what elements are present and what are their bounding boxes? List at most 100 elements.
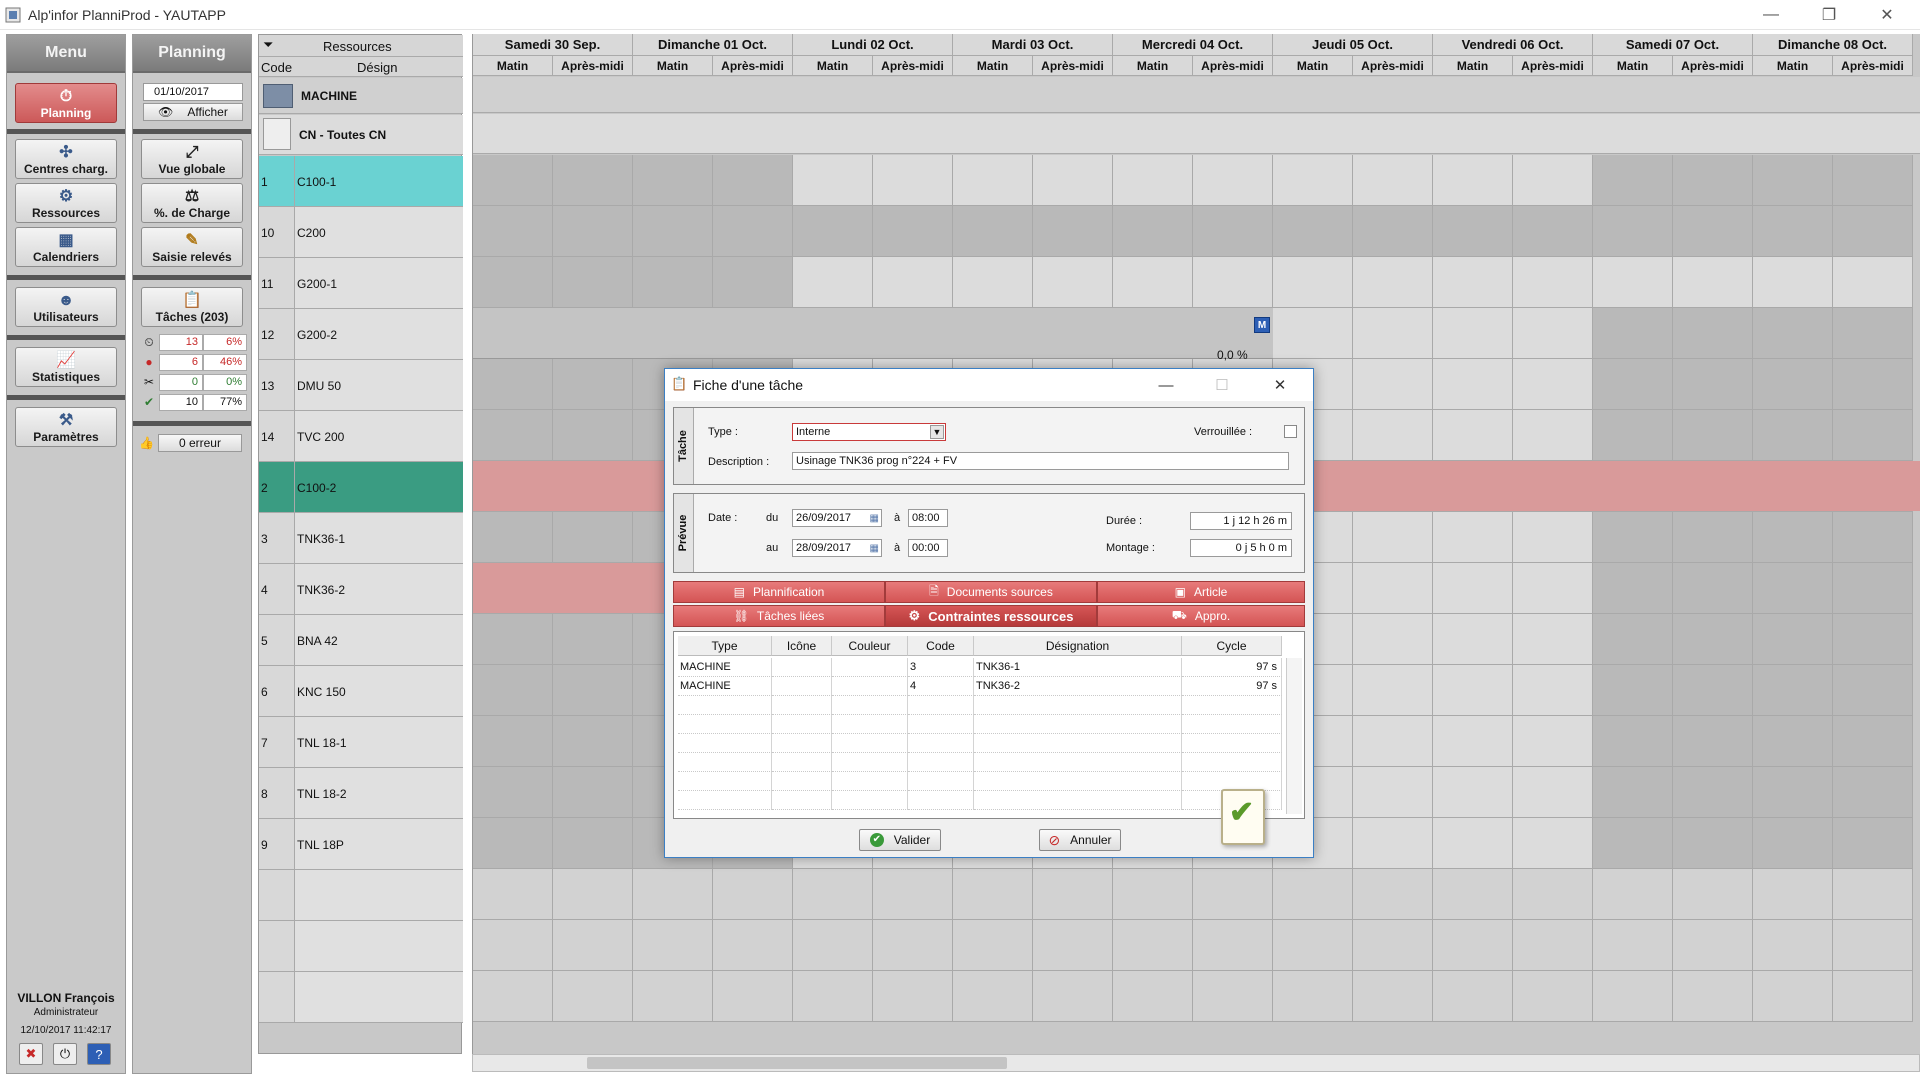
timeline-cell[interactable] [1113,869,1193,920]
timeline-cell[interactable] [473,971,553,1022]
tab-taches-liees[interactable]: ⛓ Tâches liées [673,605,885,627]
help-icon[interactable]: ? [87,1043,111,1065]
task-load-bar[interactable] [473,308,1273,359]
timeline-cell[interactable] [713,971,793,1022]
timeline-cell[interactable] [1513,716,1593,767]
montage-field[interactable]: 0 j 5 h 0 m [1190,539,1292,557]
timeline-cell[interactable] [553,767,633,818]
saisie-releves-button[interactable]: ✎ Saisie relevés [141,227,243,267]
grid-row[interactable] [674,772,1284,791]
timeline-cell[interactable] [1753,818,1833,869]
timeline-cell[interactable] [793,869,873,920]
timeline-cell[interactable] [1433,869,1513,920]
timeline-cell[interactable] [1673,563,1753,614]
timeline-cell[interactable] [1593,512,1673,563]
timeline-cell[interactable] [1673,512,1753,563]
timeline-cell[interactable] [1513,767,1593,818]
timeline-cell[interactable] [1433,563,1513,614]
timeline-cell[interactable] [1193,920,1273,971]
timeline-cell[interactable] [1433,920,1513,971]
timeline-cell[interactable] [953,206,1033,257]
grid-header[interactable]: Désignation [974,636,1182,656]
resource-row[interactable]: 8 TNL 18-2 [259,768,463,819]
timeline-cell[interactable] [1193,971,1273,1022]
timeline-cell[interactable] [1033,920,1113,971]
timeline-cell[interactable] [1513,563,1593,614]
timeline-cell[interactable] [1433,206,1513,257]
timeline-cell[interactable] [1353,869,1433,920]
timeline-cell[interactable] [1353,920,1433,971]
planning-button[interactable]: ⏱ Planning [15,83,117,123]
statistiques-button[interactable]: 📈 Statistiques [15,347,117,387]
timeline-cell[interactable] [1593,308,1673,359]
resource-row[interactable]: 4 TNK36-2 [259,564,463,615]
verrouillee-checkbox[interactable] [1284,425,1297,438]
timeline-cell[interactable] [1353,563,1433,614]
timeline-cell[interactable] [1433,716,1513,767]
timeline-cell[interactable] [1513,665,1593,716]
timeline-cell[interactable] [553,665,633,716]
timeline-cell[interactable] [553,920,633,971]
timeline-cell[interactable] [1353,257,1433,308]
timeline-cell[interactable] [1673,971,1753,1022]
timeline-cell[interactable] [713,206,793,257]
timeline-cell[interactable] [1753,257,1833,308]
timeline-cell[interactable] [1753,206,1833,257]
group-machine[interactable]: MACHINE [259,78,463,114]
timeline-cell[interactable] [1593,257,1673,308]
valider-button[interactable]: ✔ Valider [859,829,941,851]
timeline-cell[interactable] [1753,155,1833,206]
timeline-cell[interactable] [793,257,873,308]
filter-icon[interactable]: ⏷ [263,37,273,53]
timeline-cell[interactable] [553,359,633,410]
timeline-cell[interactable] [1593,563,1673,614]
timeline-cell[interactable] [1833,665,1913,716]
timeline-cell[interactable] [1033,971,1113,1022]
timeline-cell[interactable] [1593,410,1673,461]
timeline-cell[interactable] [873,155,953,206]
tab-documents-sources[interactable]: 🗎 Documents sources [885,581,1097,603]
timeline-cell[interactable] [1033,869,1113,920]
timeline-cell[interactable] [1433,359,1513,410]
timeline-cell[interactable] [633,920,713,971]
timeline-cell[interactable] [473,257,553,308]
time-to-field[interactable]: 00:00 [908,539,948,557]
timeline-cell[interactable] [473,359,553,410]
timeline-cell[interactable] [1513,869,1593,920]
timeline-cell[interactable] [473,614,553,665]
resource-row[interactable]: 1 C100-1 [259,156,463,207]
resource-row[interactable]: 9 TNL 18P [259,819,463,870]
timeline-cell[interactable] [1513,512,1593,563]
timeline-cell[interactable] [473,716,553,767]
timeline-cell[interactable] [873,920,953,971]
timeline-cell[interactable] [1273,869,1353,920]
erreur-button[interactable]: 👍 0 erreur [139,433,247,453]
timeline-cell[interactable] [953,869,1033,920]
timeline-cell[interactable] [1673,818,1753,869]
timeline-cell[interactable] [473,818,553,869]
timeline-cell[interactable] [1433,155,1513,206]
resource-row[interactable]: 6 KNC 150 [259,666,463,717]
timeline-cell[interactable] [1593,665,1673,716]
timeline-cell[interactable] [1833,206,1913,257]
dialog-close-button[interactable]: ✕ [1263,373,1297,397]
timeline-cell[interactable] [1753,410,1833,461]
timeline-cell[interactable] [1593,155,1673,206]
timeline-cell[interactable] [1353,512,1433,563]
timeline-cell[interactable] [1833,767,1913,818]
timeline-cell[interactable] [1513,257,1593,308]
grid-header[interactable]: Cycle [1182,636,1282,656]
timeline-cell[interactable] [1433,308,1513,359]
timeline-cell[interactable] [1433,971,1513,1022]
timeline-cell[interactable] [1753,359,1833,410]
ressources-button[interactable]: ⚙ Ressources [15,183,117,223]
date-from-field[interactable]: 26/09/2017 ▦ [792,509,882,527]
grid-header[interactable]: Couleur [832,636,908,656]
timeline-cell[interactable] [1513,206,1593,257]
timeline-cell[interactable] [1673,206,1753,257]
timeline-cell[interactable] [1433,818,1513,869]
grid-row[interactable] [674,696,1284,715]
grid-row[interactable] [674,753,1284,772]
grid-row[interactable] [674,715,1284,734]
timeline-cell[interactable] [473,767,553,818]
